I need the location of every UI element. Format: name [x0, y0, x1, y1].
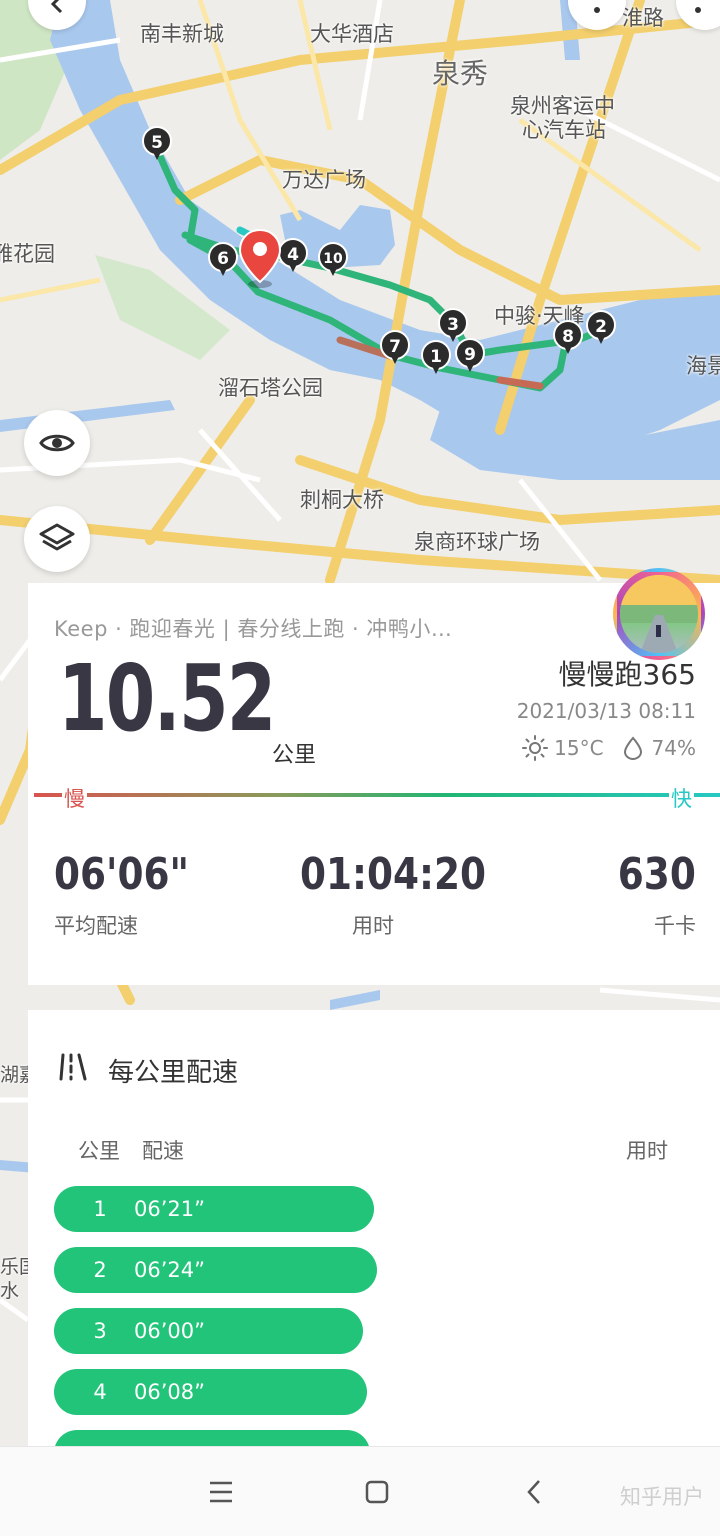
duration-stat: 01:04:20 用时: [300, 849, 519, 940]
split-row[interactable]: 2 06’24”: [54, 1247, 377, 1293]
temperature-value: 15°C: [554, 736, 604, 760]
split-pace: 06’21”: [134, 1197, 205, 1221]
home-square-icon[interactable]: [364, 1477, 390, 1507]
menu-icon[interactable]: [208, 1477, 234, 1507]
layers-icon: [39, 523, 75, 551]
split-km: 3: [93, 1319, 107, 1343]
avg-pace-stat: 06'06" 平均配速: [54, 849, 213, 940]
run-datetime: 2021/03/13 08:11: [516, 699, 696, 723]
km-marker[interactable]: 5: [142, 126, 172, 162]
split-pace: 06’24”: [134, 1258, 205, 1282]
map-label: 泉商环球广场: [414, 530, 540, 554]
map-label: 心汽车站: [522, 118, 606, 142]
more-options-button[interactable]: [568, 0, 626, 30]
map-label: 淮路: [622, 6, 664, 30]
dots-icon: [594, 7, 600, 13]
km-marker[interactable]: 10: [318, 242, 348, 278]
km-marker[interactable]: 7: [380, 330, 410, 366]
map-label: 雅花园: [0, 242, 55, 266]
share-button[interactable]: [676, 0, 720, 30]
splits-icon: [59, 1053, 87, 1081]
split-km: 1: [93, 1197, 107, 1221]
back-chevron-icon[interactable]: [522, 1477, 548, 1507]
avg-pace-value: 06'06": [54, 849, 190, 900]
splits-title: 每公里配速: [108, 1058, 239, 1088]
run-summary-card: Keep · 跑迎春光 | 春分线上跑 · 冲鸭小… 10.52 公里 慢慢跑3…: [28, 568, 720, 985]
split-km: 2: [93, 1258, 107, 1282]
map-label: 海景: [686, 354, 720, 378]
avatar[interactable]: [613, 568, 705, 660]
duration-label: 用时: [352, 914, 394, 938]
km-marker[interactable]: 6: [208, 242, 238, 278]
map-layers-button[interactable]: [24, 506, 90, 572]
map-label: 刺桐大桥: [300, 488, 384, 512]
watermark-text: 知乎用户: [620, 1485, 704, 1509]
map-label: 南丰新城: [140, 22, 224, 46]
calories-value: 630: [617, 849, 696, 900]
share-icon: [695, 7, 701, 13]
map-label: 万达广场: [282, 168, 366, 192]
split-pace: 06’00”: [134, 1319, 205, 1343]
back-arrow-icon: [50, 0, 63, 14]
column-header-km: 公里: [78, 1139, 120, 1163]
distance-unit: 公里: [272, 743, 317, 768]
pace-slow-label: 慢: [62, 783, 87, 813]
sun-icon: [522, 735, 549, 761]
calories-stat: 630 千卡: [604, 849, 696, 940]
avatar-photo: [620, 575, 698, 653]
avg-pace-label: 平均配速: [54, 914, 138, 938]
pace-fast-label: 快: [669, 783, 694, 813]
humidity-value: 74%: [651, 736, 696, 760]
map-label: 水: [0, 1280, 20, 1302]
distance-value: 10.52: [58, 645, 276, 752]
location-pin-icon[interactable]: [237, 228, 283, 288]
duration-value: 01:04:20: [300, 849, 487, 900]
km-marker[interactable]: 8: [553, 320, 583, 356]
km-marker[interactable]: 1: [421, 340, 451, 376]
map-label: 泉秀: [432, 57, 489, 90]
visibility-toggle-button[interactable]: [24, 410, 90, 476]
activity-title[interactable]: Keep · 跑迎春光 | 春分线上跑 · 冲鸭小…: [54, 613, 452, 643]
pace-gradient-bar: [34, 793, 720, 797]
map-label: 溜石塔公园: [218, 376, 323, 400]
split-row[interactable]: 4 06’08”: [54, 1369, 367, 1415]
system-navigation-bar: 知乎用户: [0, 1446, 720, 1536]
split-row-partial[interactable]: [54, 1430, 370, 1446]
weather-info: 15°C 74%: [522, 735, 696, 761]
humidity-drop-icon: [623, 736, 642, 761]
user-name[interactable]: 慢慢跑365: [559, 653, 696, 693]
back-button[interactable]: [28, 0, 86, 30]
eye-icon: [39, 434, 75, 452]
km-marker[interactable]: 9: [455, 338, 485, 374]
split-km: 4: [93, 1380, 107, 1404]
column-header-time: 用时: [626, 1139, 668, 1163]
split-pace: 06’08”: [134, 1380, 205, 1404]
split-row[interactable]: 3 06’00”: [54, 1308, 363, 1354]
split-row[interactable]: 1 06’21”: [54, 1186, 374, 1232]
map-label: 大华酒店: [310, 22, 394, 46]
km-marker[interactable]: 2: [586, 310, 616, 346]
calories-label: 千卡: [654, 914, 696, 938]
column-header-pace: 配速: [142, 1139, 184, 1163]
km-splits-card: 每公里配速 公里 配速 用时 1 06’21” 2 06’24” 3 06’00…: [28, 1010, 720, 1446]
